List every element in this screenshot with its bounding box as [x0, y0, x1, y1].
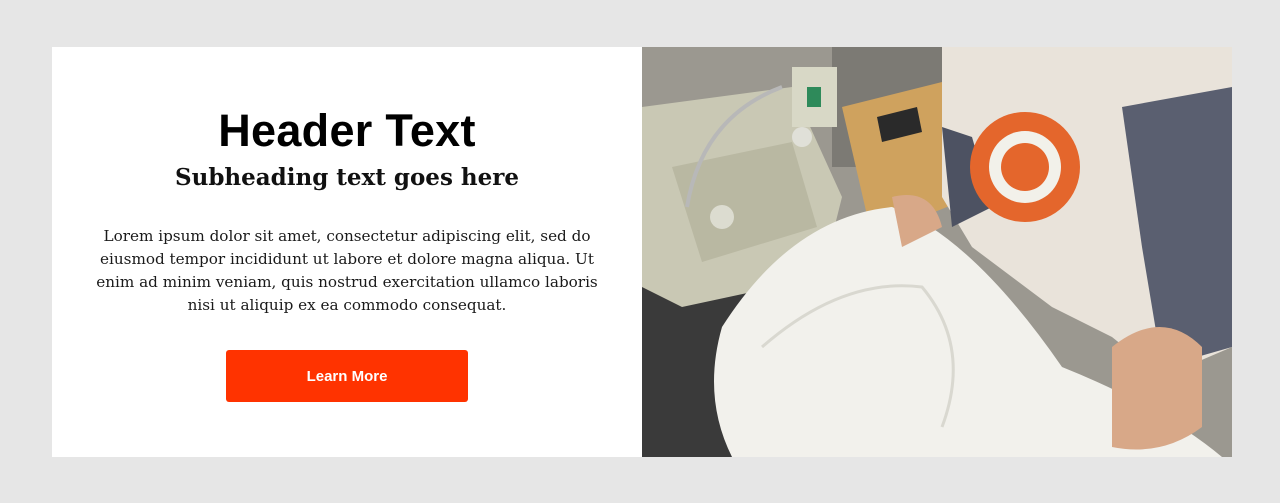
hero-content: Header Text Subheading text goes here Lo…: [52, 47, 642, 457]
body-paragraph: Lorem ipsum dolor sit amet, consectetur …: [96, 227, 598, 314]
hero-card: Header Text Subheading text goes here Lo…: [52, 47, 1232, 457]
photo-icon: [642, 47, 1232, 457]
learn-more-button[interactable]: Learn More: [226, 350, 468, 402]
page-title: Header Text: [218, 105, 476, 156]
hero-photo: [642, 47, 1232, 457]
page-subtitle: Subheading text goes here: [174, 164, 520, 191]
